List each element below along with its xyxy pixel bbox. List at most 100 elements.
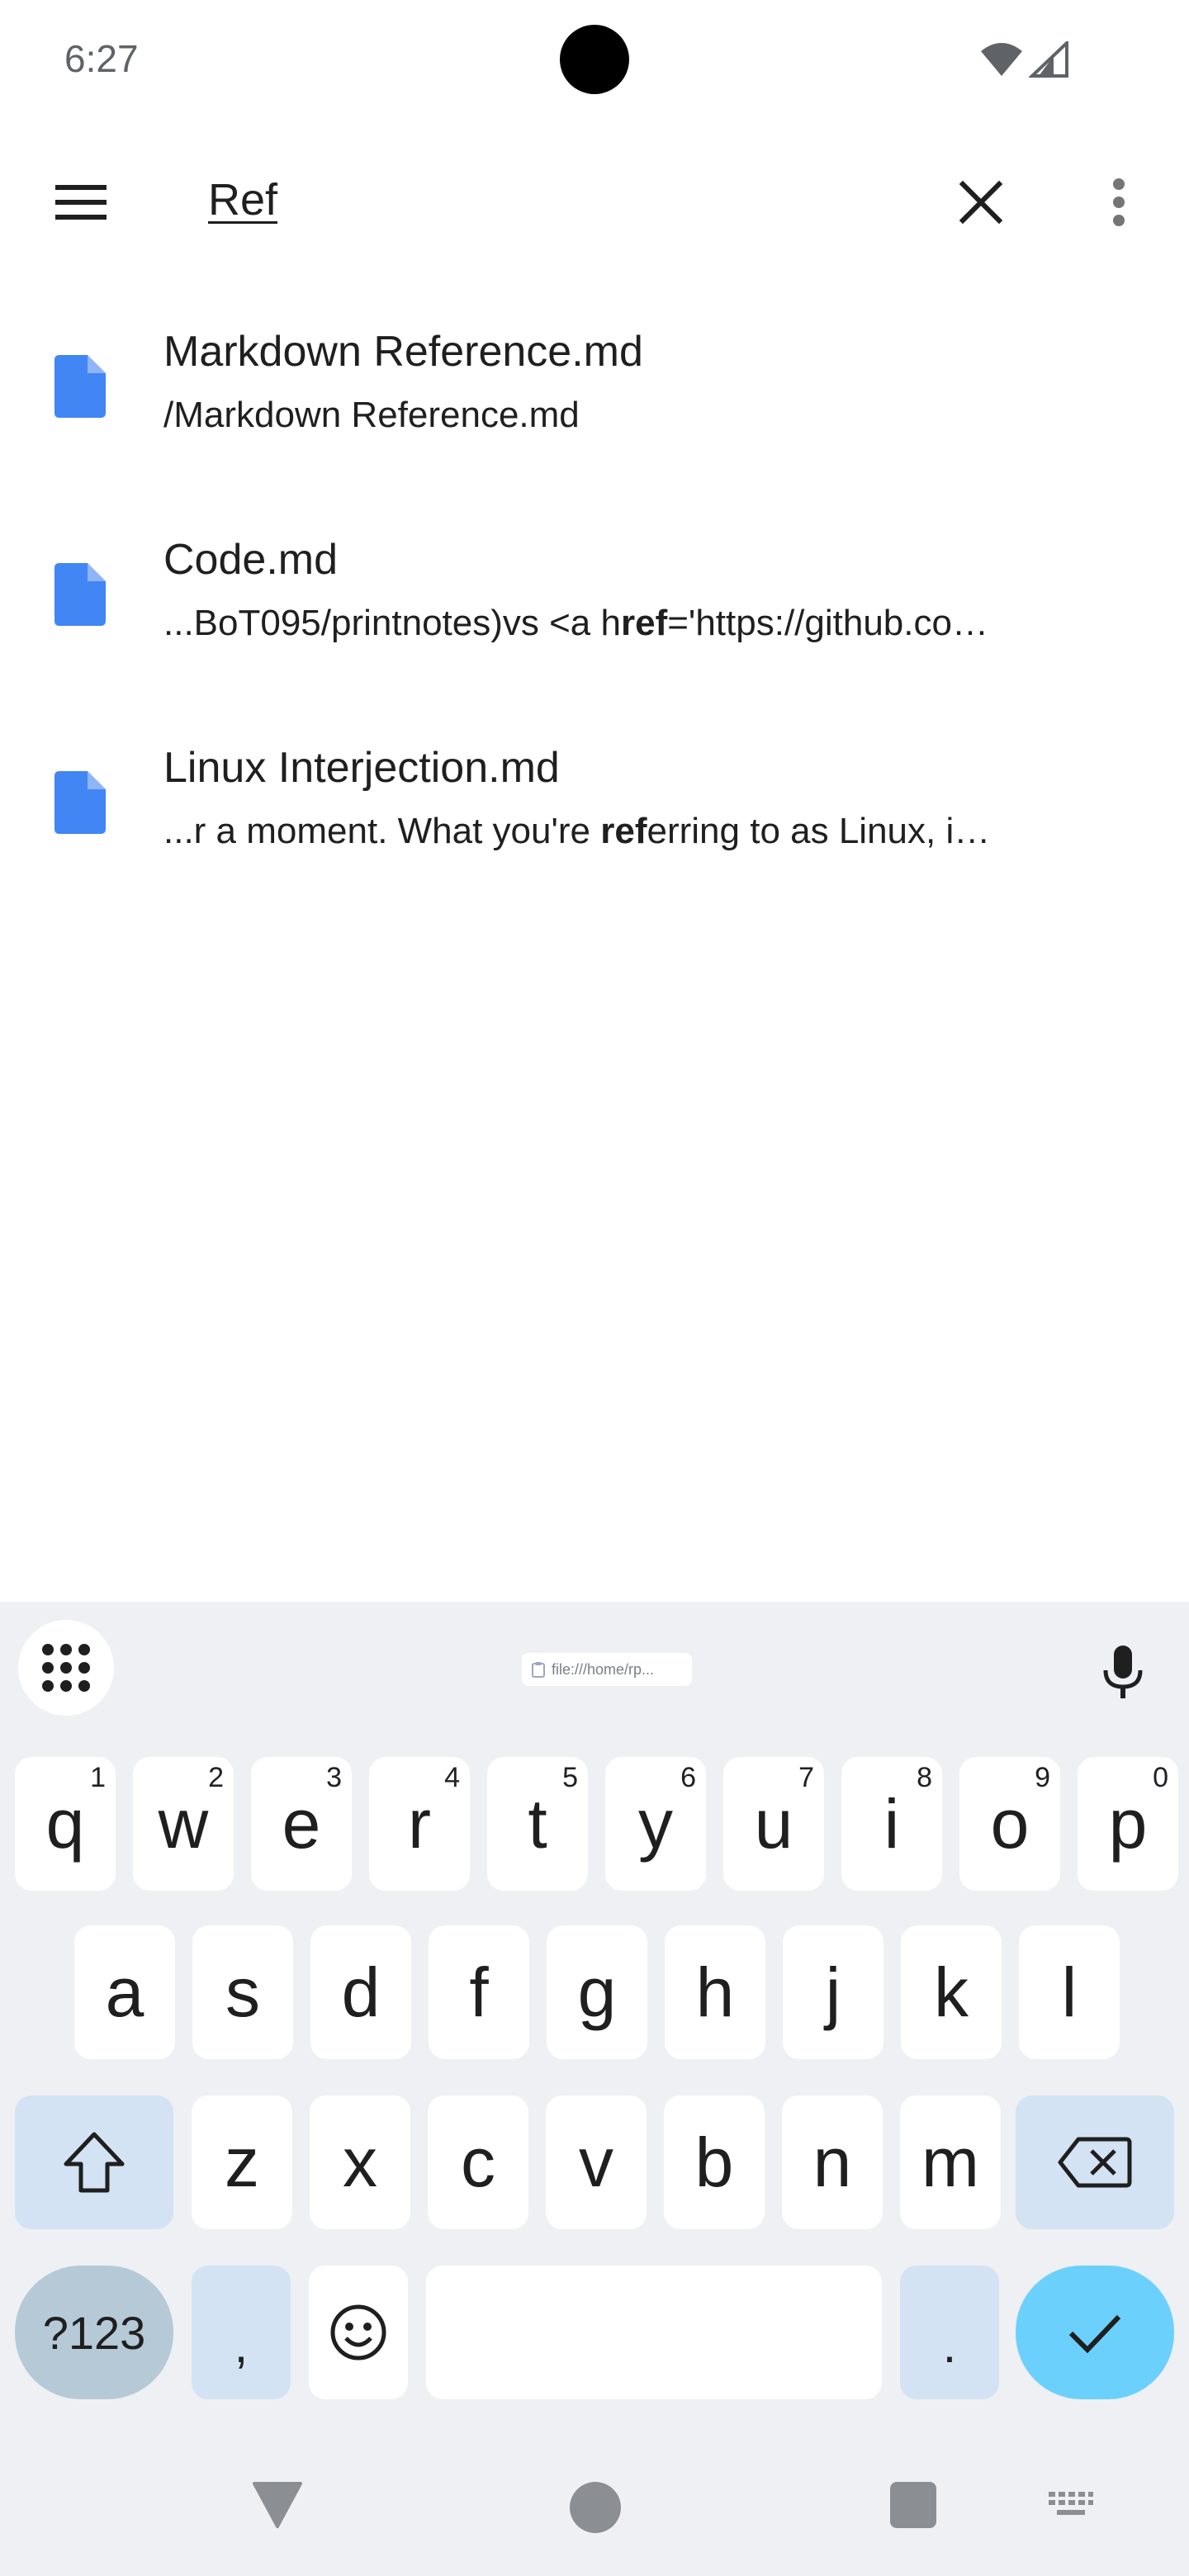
key-n[interactable]: n xyxy=(782,2095,883,2229)
key-h[interactable]: h xyxy=(665,1925,765,2059)
key-d[interactable]: d xyxy=(310,1925,411,2059)
status-time: 6:27 xyxy=(64,37,139,80)
key-label: s xyxy=(225,1953,260,2031)
key-f[interactable]: f xyxy=(429,1925,529,2059)
file-icon xyxy=(54,355,106,418)
nav-back-icon[interactable] xyxy=(251,2480,304,2530)
key-label: h xyxy=(695,1953,735,2031)
symbols-key[interactable]: ?123 xyxy=(15,2266,173,2399)
search-results-list: Markdown Reference.md /Markdown Referenc… xyxy=(0,314,1189,938)
comma-key-label: , xyxy=(234,2317,249,2373)
key-hint-number: 7 xyxy=(798,1762,814,1793)
key-i[interactable]: i8 xyxy=(841,1757,942,1891)
result-snippet: ...BoT095/printnotes)vs <a href='https:/… xyxy=(163,603,988,643)
shift-icon xyxy=(64,2132,125,2193)
camera-cutout xyxy=(560,25,629,94)
nav-home-icon[interactable] xyxy=(570,2482,621,2533)
key-k[interactable]: k xyxy=(901,1925,1002,2059)
list-item[interactable]: Markdown Reference.md /Markdown Referenc… xyxy=(0,314,1189,522)
key-label: r xyxy=(408,1784,431,1863)
hamburger-menu-icon[interactable] xyxy=(48,173,114,231)
microphone-icon[interactable] xyxy=(1088,1638,1158,1707)
key-label: j xyxy=(825,1953,841,2031)
key-hint-number: 8 xyxy=(917,1762,932,1793)
key-m[interactable]: m xyxy=(900,2095,1001,2229)
key-g[interactable]: g xyxy=(547,1925,647,2059)
wifi-icon xyxy=(981,43,1022,76)
key-label: e xyxy=(282,1784,321,1863)
signal-icon xyxy=(1029,41,1068,78)
key-label: g xyxy=(577,1953,617,2031)
keyboard-switch-icon[interactable] xyxy=(1047,2490,1095,2520)
key-e[interactable]: e3 xyxy=(251,1757,352,1891)
close-icon[interactable] xyxy=(948,173,1014,231)
key-p[interactable]: p0 xyxy=(1078,1757,1178,1891)
key-t[interactable]: t5 xyxy=(487,1757,588,1891)
key-c[interactable]: c xyxy=(428,2095,528,2229)
key-y[interactable]: y6 xyxy=(605,1757,706,1891)
key-q[interactable]: q1 xyxy=(15,1757,116,1891)
key-z[interactable]: z xyxy=(192,2095,292,2229)
key-label: u xyxy=(754,1784,793,1863)
backspace-key[interactable] xyxy=(1016,2095,1174,2229)
file-icon xyxy=(54,771,106,834)
key-hint-number: 0 xyxy=(1153,1762,1168,1793)
key-u[interactable]: u7 xyxy=(723,1757,824,1891)
key-r[interactable]: r4 xyxy=(369,1757,470,1891)
shift-key[interactable] xyxy=(15,2095,173,2229)
key-hint-number: 2 xyxy=(208,1762,224,1793)
list-item[interactable]: Linux Interjection.md ...r a moment. Wha… xyxy=(0,730,1189,938)
key-v[interactable]: v xyxy=(546,2095,647,2229)
key-label: a xyxy=(105,1953,144,2031)
key-label: v xyxy=(579,2123,613,2201)
clipboard-chip-text: file:///home/rp... xyxy=(552,1660,655,1678)
more-vert-icon[interactable] xyxy=(1090,173,1148,231)
key-label: p xyxy=(1108,1784,1148,1863)
keyboard-apps-grid-icon[interactable] xyxy=(18,1620,114,1716)
search-app-bar xyxy=(0,149,1189,256)
result-title: Code.md xyxy=(163,536,338,584)
comma-key[interactable]: , xyxy=(192,2266,291,2399)
key-j[interactable]: j xyxy=(783,1925,883,2059)
checkmark-icon xyxy=(1068,2314,1121,2353)
key-b[interactable]: b xyxy=(664,2095,765,2229)
key-label: b xyxy=(694,2123,734,2201)
key-label: m xyxy=(921,2123,979,2201)
key-hint-number: 9 xyxy=(1035,1762,1050,1793)
soft-keyboard: file:///home/rp... ?123 , . q 1 w 2 e 3 … xyxy=(0,1602,1189,2576)
key-hint-number: 3 xyxy=(326,1762,342,1793)
key-o[interactable]: o9 xyxy=(959,1757,1060,1891)
key-w[interactable]: w2 xyxy=(133,1757,234,1891)
symbols-key-label: ?123 xyxy=(42,2306,146,2359)
key-a[interactable]: a xyxy=(74,1925,175,2059)
clipboard-suggestion-chip[interactable]: file:///home/rp... xyxy=(522,1653,692,1686)
list-item[interactable]: Code.md ...BoT095/printnotes)vs <a href=… xyxy=(0,522,1189,730)
enter-key[interactable] xyxy=(1016,2266,1174,2399)
key-label: n xyxy=(812,2123,852,2201)
search-input[interactable] xyxy=(208,165,918,234)
result-snippet: /Markdown Reference.md xyxy=(163,395,580,435)
key-hint-number: 5 xyxy=(562,1762,578,1793)
key-label: t xyxy=(528,1784,547,1863)
nav-recents-icon[interactable] xyxy=(890,2482,936,2528)
key-l[interactable]: l xyxy=(1019,1925,1120,2059)
system-navigation-bar xyxy=(0,2444,1189,2576)
backspace-icon xyxy=(1058,2137,1132,2188)
key-label: i xyxy=(883,1784,900,1863)
file-icon xyxy=(54,563,106,626)
key-label: k xyxy=(934,1953,969,2031)
emoji-key[interactable] xyxy=(309,2266,408,2399)
result-title: Markdown Reference.md xyxy=(163,328,643,376)
key-label: w xyxy=(158,1784,209,1863)
emoji-icon xyxy=(330,2304,386,2361)
key-hint-number: 1 xyxy=(90,1762,106,1793)
clipboard-icon xyxy=(532,1662,545,1678)
key-x[interactable]: x xyxy=(310,2095,410,2229)
space-key[interactable] xyxy=(426,2266,882,2399)
key-label: l xyxy=(1061,1953,1078,2031)
key-s[interactable]: s xyxy=(192,1925,293,2059)
key-label: o xyxy=(990,1784,1030,1863)
period-key[interactable]: . xyxy=(900,2266,999,2399)
key-label: z xyxy=(225,2123,259,2201)
result-title: Linux Interjection.md xyxy=(163,744,560,792)
